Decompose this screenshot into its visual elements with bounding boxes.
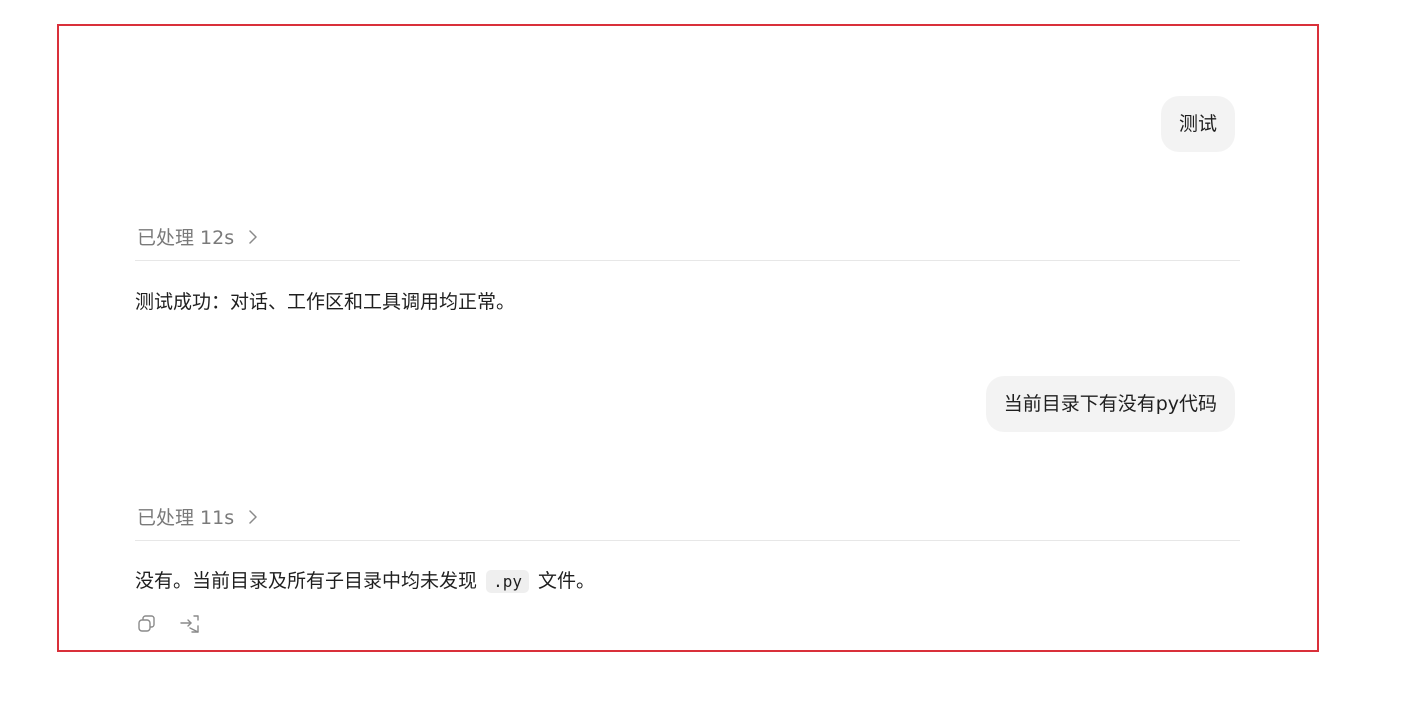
processed-label: 已处理 12s [137,227,235,249]
assistant-answer: 测试成功：对话、工作区和工具调用均正常。 [135,289,515,315]
chevron-right-icon [249,229,257,244]
processed-label-wrap[interactable]: 已处理 11s [137,506,258,530]
copy-icon [138,615,155,632]
processed-label-wrap[interactable]: 已处理 12s [137,226,258,250]
processed-label: 已处理 11s [137,507,235,529]
assistant-answer-text-after: 文件。 [538,570,596,592]
share-icon [180,615,199,633]
copy-button[interactable] [135,612,159,636]
user-message-bubble: 当前目录下有没有py代码 [985,376,1235,432]
user-message-bubble: 测试 [1160,96,1235,152]
assistant-answer-text-before: 没有。当前目录及所有子目录中均未发现 [135,570,478,592]
processed-toggle[interactable]: 已处理 12s [135,226,1240,261]
chevron-right-icon [249,509,257,524]
share-button[interactable] [178,612,202,636]
assistant-answer-text: 测试成功：对话、工作区和工具调用均正常。 [135,291,516,313]
processed-toggle[interactable]: 已处理 11s [135,506,1240,541]
assistant-answer: 没有。当前目录及所有子目录中均未发现 .py 文件。 [135,568,595,595]
message-actions [135,612,216,636]
chat-panel: 测试 已处理 12s 测试成功：对话、工作区和工具调用均正常。 当前目录下有没有… [57,24,1319,652]
user-message-text: 当前目录下有没有py代码 [1003,393,1217,415]
user-message-text: 测试 [1178,113,1217,135]
inline-code: .py [486,570,529,593]
